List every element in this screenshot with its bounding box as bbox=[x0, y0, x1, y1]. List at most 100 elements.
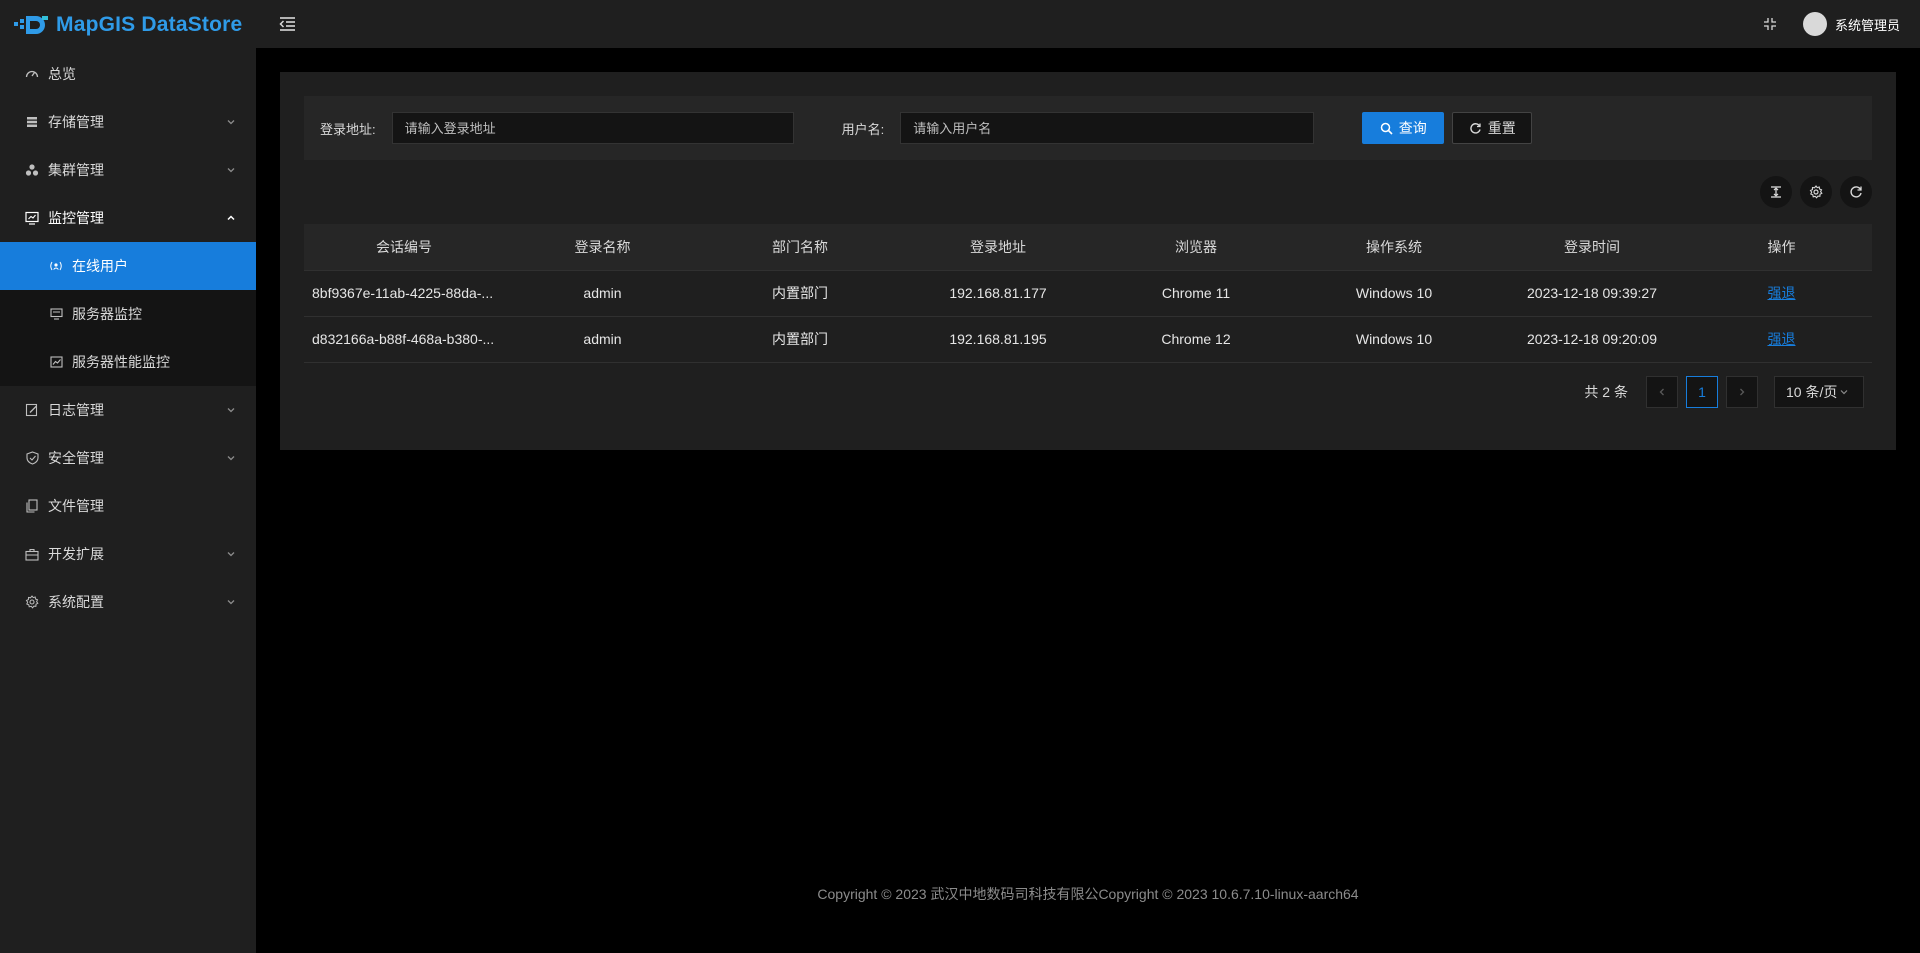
setting-icon[interactable] bbox=[1800, 176, 1832, 208]
sidebar-item-online-users[interactable]: 在线用户 bbox=[0, 242, 256, 290]
sidebar-item-logs[interactable]: 日志管理 bbox=[0, 386, 256, 434]
page-number-button[interactable]: 1 bbox=[1686, 376, 1718, 408]
sidebar-item-label: 服务器监控 bbox=[72, 306, 142, 322]
chevron-down-icon bbox=[227, 600, 235, 605]
sidebar-item-label: 在线用户 bbox=[72, 258, 128, 274]
column-header[interactable]: 浏览器 bbox=[1097, 224, 1295, 271]
username-input[interactable] bbox=[900, 112, 1315, 144]
chevron-down-icon bbox=[227, 408, 235, 413]
online-users-card: 登录地址: 用户名: 查询 重置 会话编号 登 bbox=[280, 72, 1896, 450]
avatar[interactable] bbox=[1802, 12, 1827, 36]
gear-icon bbox=[24, 594, 40, 610]
sidebar-item-label: 存储管理 bbox=[48, 114, 104, 130]
monitor-submenu: 在线用户 服务器监控 服务器性能监控 bbox=[0, 242, 256, 386]
next-page-button[interactable] bbox=[1726, 376, 1758, 408]
footer-copyright: Copyright © 2023 武汉中地数码司科技有限公Copyright ©… bbox=[817, 886, 1359, 902]
search-icon bbox=[1380, 122, 1393, 135]
app-logo[interactable]: MapGIS DataStore bbox=[0, 0, 256, 50]
mapgis-logo-icon bbox=[14, 14, 52, 36]
chevron-down-icon bbox=[1840, 390, 1848, 395]
query-button[interactable]: 查询 bbox=[1362, 112, 1445, 144]
login-address-label: 登录地址: bbox=[320, 121, 376, 137]
sidebar-item-label: 系统配置 bbox=[48, 594, 104, 610]
sidebar-item-system-config[interactable]: 系统配置 bbox=[0, 578, 256, 626]
top-header: 系统管理员 bbox=[256, 0, 1920, 48]
sidebar-item-storage[interactable]: 存储管理 bbox=[0, 98, 256, 146]
column-header[interactable]: 操作 bbox=[1691, 224, 1872, 271]
table-row: 8bf9367e-11ab-4225-88da-... admin 内置部门 1… bbox=[304, 270, 1872, 317]
sidebar-item-dev-extension[interactable]: 开发扩展 bbox=[0, 530, 256, 578]
server-icon bbox=[48, 306, 64, 322]
login-time-cell: 2023-12-18 09:39:27 bbox=[1493, 270, 1691, 317]
query-button-label: 查询 bbox=[1398, 120, 1427, 136]
os-cell: Windows 10 bbox=[1295, 316, 1493, 363]
table-toolbar bbox=[1760, 176, 1872, 208]
column-header[interactable]: 部门名称 bbox=[701, 224, 899, 271]
reset-button-label: 重置 bbox=[1487, 120, 1516, 136]
sidebar-item-server-monitor[interactable]: 服务器监控 bbox=[0, 290, 256, 338]
sidebar-item-label: 文件管理 bbox=[48, 498, 104, 514]
refresh-icon[interactable] bbox=[1840, 176, 1872, 208]
os-cell: Windows 10 bbox=[1295, 270, 1493, 317]
department-cell: 内置部门 bbox=[701, 316, 899, 363]
page-size-value: 10 条/页 bbox=[1786, 384, 1838, 400]
dashboard-icon bbox=[24, 66, 40, 82]
login-address-cell: 192.168.81.177 bbox=[899, 270, 1097, 317]
edit-icon bbox=[24, 402, 40, 418]
monitor-icon bbox=[24, 210, 40, 226]
session-id-cell: 8bf9367e-11ab-4225-88da-... bbox=[304, 270, 504, 317]
toolbox-icon bbox=[24, 546, 40, 562]
database-icon bbox=[24, 114, 40, 130]
page-size-select[interactable]: 10 条/页 bbox=[1774, 376, 1864, 408]
chevron-left-icon bbox=[1659, 388, 1664, 396]
login-time-cell: 2023-12-18 09:20:09 bbox=[1493, 316, 1691, 363]
column-height-icon[interactable] bbox=[1760, 176, 1792, 208]
column-header[interactable]: 登录时间 bbox=[1493, 224, 1691, 271]
table-row: d832166a-b88f-468a-b380-... admin 内置部门 1… bbox=[304, 316, 1872, 363]
online-user-icon bbox=[48, 258, 64, 274]
chevron-down-icon bbox=[227, 552, 235, 557]
sidebar-item-cluster[interactable]: 集群管理 bbox=[0, 146, 256, 194]
sidebar-item-label: 日志管理 bbox=[48, 402, 104, 418]
sidebar-item-overview[interactable]: 总览 bbox=[0, 50, 256, 98]
cluster-icon bbox=[24, 162, 40, 178]
sidebar-item-label: 安全管理 bbox=[48, 450, 104, 466]
column-header[interactable]: 操作系统 bbox=[1295, 224, 1493, 271]
column-header[interactable]: 登录地址 bbox=[899, 224, 1097, 271]
action-cell: 强退 bbox=[1691, 270, 1872, 317]
force-logout-link[interactable]: 强退 bbox=[1768, 331, 1796, 347]
prev-page-button[interactable] bbox=[1646, 376, 1678, 408]
reset-button[interactable]: 重置 bbox=[1452, 112, 1533, 144]
username-label: 用户名: bbox=[841, 121, 885, 137]
shield-icon bbox=[24, 450, 40, 466]
sidebar-item-label: 监控管理 bbox=[48, 210, 104, 226]
search-form: 登录地址: 用户名: 查询 重置 bbox=[304, 96, 1872, 160]
chevron-down-icon bbox=[227, 120, 235, 125]
column-header[interactable]: 登录名称 bbox=[504, 224, 701, 271]
browser-cell: Chrome 12 bbox=[1097, 316, 1295, 363]
online-users-table: 会话编号 登录名称 部门名称 登录地址 浏览器 操作系统 登录时间 操作 8bf… bbox=[304, 224, 1872, 363]
line-chart-icon bbox=[48, 354, 64, 370]
force-logout-link[interactable]: 强退 bbox=[1768, 285, 1796, 301]
login-name-cell: admin bbox=[504, 316, 701, 363]
sidebar-item-label: 集群管理 bbox=[48, 162, 104, 178]
sidebar: MapGIS DataStore 总览 存储管理 集群管理 监控管理 在线用户 … bbox=[0, 0, 256, 953]
sidebar-item-security[interactable]: 安全管理 bbox=[0, 434, 256, 482]
login-address-input[interactable] bbox=[391, 112, 794, 144]
sidebar-item-label: 服务器性能监控 bbox=[72, 354, 170, 370]
chevron-down-icon bbox=[227, 168, 235, 173]
column-header[interactable]: 会话编号 bbox=[304, 224, 504, 271]
chevron-right-icon bbox=[1740, 388, 1745, 396]
sidebar-item-server-performance[interactable]: 服务器性能监控 bbox=[0, 338, 256, 386]
sidebar-item-files[interactable]: 文件管理 bbox=[0, 482, 256, 530]
session-id-cell: d832166a-b88f-468a-b380-... bbox=[304, 316, 504, 363]
pagination: 共 2 条 1 10 条/页 bbox=[1584, 376, 1864, 408]
login-address-cell: 192.168.81.195 bbox=[899, 316, 1097, 363]
action-cell: 强退 bbox=[1691, 316, 1872, 363]
menu-fold-icon[interactable] bbox=[278, 16, 296, 32]
username[interactable]: 系统管理员 bbox=[1835, 15, 1900, 34]
sidebar-item-monitor[interactable]: 监控管理 bbox=[0, 194, 256, 242]
fullscreen-exit-icon[interactable] bbox=[1763, 17, 1777, 31]
chevron-down-icon bbox=[227, 456, 235, 461]
sidebar-item-label: 总览 bbox=[48, 66, 76, 82]
